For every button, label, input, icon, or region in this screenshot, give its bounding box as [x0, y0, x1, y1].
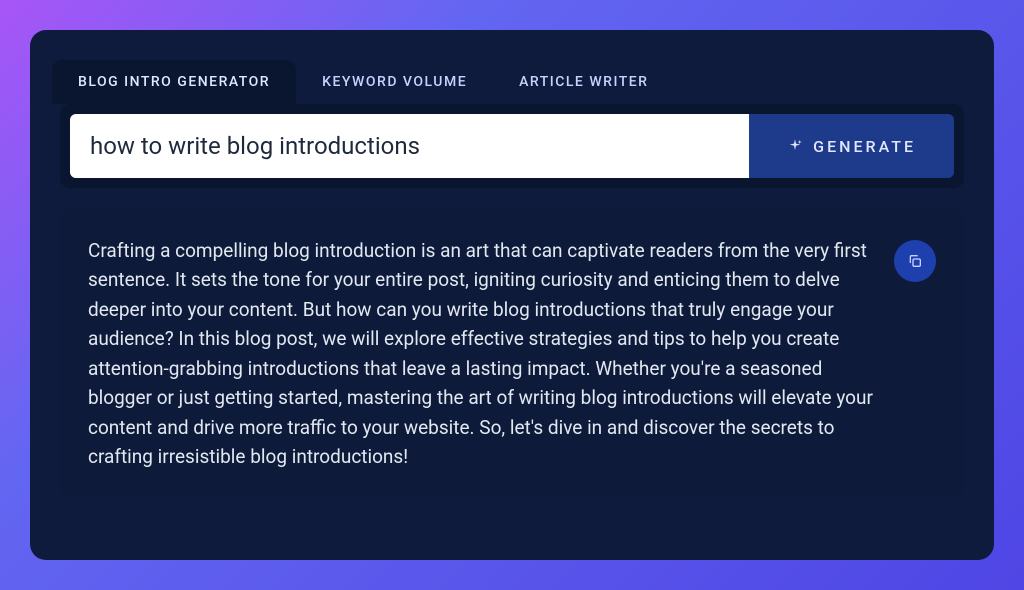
copy-button[interactable]	[894, 240, 936, 282]
input-row: GENERATE	[60, 104, 964, 188]
generate-label: GENERATE	[813, 137, 916, 156]
tab-label: KEYWORD VOLUME	[322, 74, 467, 90]
tab-label: ARTICLE WRITER	[519, 74, 648, 90]
tab-label: BLOG INTRO GENERATOR	[78, 74, 270, 90]
sparkle-icon	[787, 138, 803, 154]
generate-button[interactable]: GENERATE	[749, 114, 954, 178]
output-text: Crafting a compelling blog introduction …	[88, 236, 874, 472]
query-input[interactable]	[70, 114, 749, 178]
main-panel: BLOG INTRO GENERATOR KEYWORD VOLUME ARTI…	[30, 30, 994, 560]
tabs-row: BLOG INTRO GENERATOR KEYWORD VOLUME ARTI…	[52, 60, 964, 104]
tab-keyword-volume[interactable]: KEYWORD VOLUME	[296, 60, 493, 104]
tab-blog-intro-generator[interactable]: BLOG INTRO GENERATOR	[52, 60, 296, 104]
copy-icon	[907, 253, 923, 269]
tab-article-writer[interactable]: ARTICLE WRITER	[493, 60, 674, 104]
output-card: Crafting a compelling blog introduction …	[60, 210, 964, 498]
